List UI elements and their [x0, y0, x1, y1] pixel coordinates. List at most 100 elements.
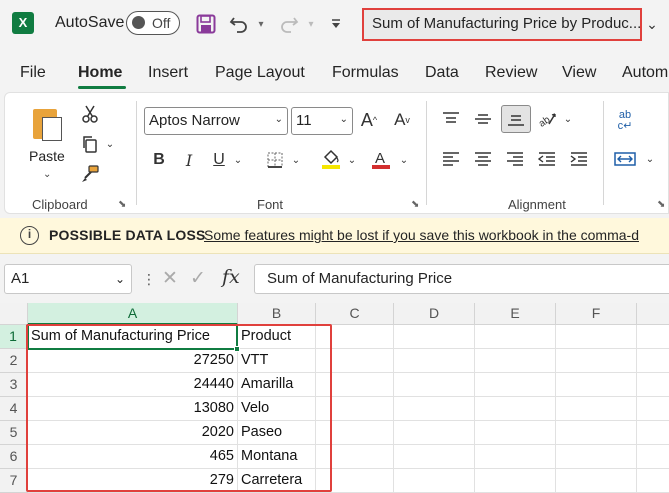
- insert-function-icon[interactable]: fx: [222, 266, 240, 288]
- empty-cell[interactable]: [556, 349, 637, 373]
- clipboard-launcher-icon[interactable]: ⬊: [118, 199, 126, 210]
- tab-insert[interactable]: Insert: [148, 64, 188, 82]
- empty-cell[interactable]: [637, 445, 669, 469]
- redo-dropdown-icon[interactable]: ▾: [304, 10, 318, 38]
- wrap-text-icon[interactable]: ab c↵: [611, 107, 639, 135]
- column-header-e[interactable]: E: [475, 303, 556, 325]
- paste-dropdown-icon[interactable]: ⌄: [43, 169, 51, 180]
- underline-button[interactable]: U: [207, 147, 231, 173]
- merge-center-icon[interactable]: [611, 147, 639, 171]
- redo-icon[interactable]: [278, 10, 300, 38]
- cell-b6[interactable]: Montana: [238, 445, 316, 469]
- tab-file[interactable]: File: [20, 64, 46, 82]
- fill-color-dropdown-icon[interactable]: ⌄: [345, 147, 359, 173]
- empty-cell[interactable]: [475, 349, 556, 373]
- enter-icon[interactable]: ✓: [190, 267, 206, 290]
- empty-cell[interactable]: [556, 445, 637, 469]
- align-center-icon[interactable]: [471, 147, 495, 171]
- underline-dropdown-icon[interactable]: ⌄: [231, 147, 245, 173]
- infobar-message-link[interactable]: Some features might be lost if you save …: [204, 227, 639, 243]
- cell-a1[interactable]: Sum of Manufacturing Price: [28, 325, 238, 349]
- cell-b4[interactable]: Velo: [238, 397, 316, 421]
- cell-a2[interactable]: 27250: [28, 349, 238, 373]
- tab-data[interactable]: Data: [425, 64, 459, 82]
- column-header-a[interactable]: A: [28, 303, 238, 325]
- empty-cell[interactable]: [637, 397, 669, 421]
- customize-toolbar-icon[interactable]: [327, 10, 345, 38]
- row-header-5[interactable]: 5: [0, 421, 28, 445]
- font-size-select[interactable]: 11 ⌄: [291, 107, 353, 135]
- increase-indent-icon[interactable]: [567, 147, 591, 171]
- borders-icon[interactable]: [263, 147, 287, 173]
- column-header-d[interactable]: D: [394, 303, 475, 325]
- empty-cell[interactable]: [394, 325, 475, 349]
- empty-cell[interactable]: [316, 373, 394, 397]
- formula-input[interactable]: Sum of Manufacturing Price: [254, 264, 669, 294]
- tab-home[interactable]: Home: [78, 64, 122, 82]
- merge-dropdown-icon[interactable]: ⌄: [643, 147, 657, 171]
- empty-cell[interactable]: [394, 469, 475, 493]
- select-all-corner[interactable]: [0, 303, 28, 325]
- align-left-icon[interactable]: [439, 147, 463, 171]
- borders-dropdown-icon[interactable]: ⌄: [289, 147, 303, 173]
- orientation-icon[interactable]: ab: [535, 107, 559, 131]
- copy-icon[interactable]: [79, 133, 101, 155]
- row-header-1[interactable]: 1: [0, 325, 28, 349]
- alignment-launcher-icon[interactable]: ⬊: [657, 199, 665, 210]
- empty-cell[interactable]: [316, 349, 394, 373]
- cell-b5[interactable]: Paseo: [238, 421, 316, 445]
- empty-cell[interactable]: [637, 349, 669, 373]
- tab-formulas[interactable]: Formulas: [332, 64, 399, 82]
- undo-icon[interactable]: [228, 10, 250, 38]
- font-launcher-icon[interactable]: ⬊: [411, 199, 419, 210]
- align-bottom-icon[interactable]: [501, 105, 531, 133]
- paste-icon[interactable]: [33, 105, 65, 141]
- empty-cell[interactable]: [394, 397, 475, 421]
- cell-a5[interactable]: 2020: [28, 421, 238, 445]
- chevron-down-icon[interactable]: ⌄: [642, 10, 662, 38]
- empty-cell[interactable]: [475, 469, 556, 493]
- tab-page-layout[interactable]: Page Layout: [215, 64, 305, 82]
- more-options-icon[interactable]: ⋮: [142, 271, 156, 288]
- row-header-7[interactable]: 7: [0, 469, 28, 493]
- empty-cell[interactable]: [556, 397, 637, 421]
- empty-cell[interactable]: [556, 373, 637, 397]
- align-top-icon[interactable]: [439, 107, 463, 131]
- decrease-font-size-icon[interactable]: Av: [390, 107, 414, 133]
- align-middle-icon[interactable]: [471, 107, 495, 131]
- column-header-f[interactable]: F: [556, 303, 637, 325]
- row-header-3[interactable]: 3: [0, 373, 28, 397]
- cut-icon[interactable]: [79, 103, 101, 125]
- row-header-2[interactable]: 2: [0, 349, 28, 373]
- column-header-g[interactable]: [637, 303, 669, 325]
- copy-dropdown-icon[interactable]: ⌄: [104, 135, 116, 153]
- save-icon[interactable]: [194, 10, 218, 38]
- empty-cell[interactable]: [475, 397, 556, 421]
- empty-cell[interactable]: [475, 421, 556, 445]
- row-header-4[interactable]: 4: [0, 397, 28, 421]
- bold-button[interactable]: B: [147, 147, 171, 173]
- column-header-b[interactable]: B: [238, 303, 316, 325]
- empty-cell[interactable]: [394, 421, 475, 445]
- empty-cell[interactable]: [394, 445, 475, 469]
- fill-color-icon[interactable]: [319, 145, 343, 173]
- empty-cell[interactable]: [637, 325, 669, 349]
- worksheet-grid[interactable]: A B C D E F 1 2 3 4 5 6 7 Sum of Manufac…: [0, 303, 669, 493]
- empty-cell[interactable]: [475, 373, 556, 397]
- tab-view[interactable]: View: [562, 64, 596, 82]
- format-painter-icon[interactable]: [79, 163, 101, 185]
- empty-cell[interactable]: [316, 421, 394, 445]
- empty-cell[interactable]: [316, 325, 394, 349]
- empty-cell[interactable]: [637, 421, 669, 445]
- row-header-6[interactable]: 6: [0, 445, 28, 469]
- empty-cell[interactable]: [394, 349, 475, 373]
- document-title[interactable]: Sum of Manufacturing Price by Produc...: [362, 8, 642, 41]
- empty-cell[interactable]: [316, 445, 394, 469]
- cell-a3[interactable]: 24440: [28, 373, 238, 397]
- cancel-icon[interactable]: ✕: [162, 267, 178, 290]
- tab-review[interactable]: Review: [485, 64, 537, 82]
- fill-handle[interactable]: [234, 346, 240, 352]
- cell-b1[interactable]: Product: [238, 325, 316, 349]
- cell-a4[interactable]: 13080: [28, 397, 238, 421]
- cell-a6[interactable]: 465: [28, 445, 238, 469]
